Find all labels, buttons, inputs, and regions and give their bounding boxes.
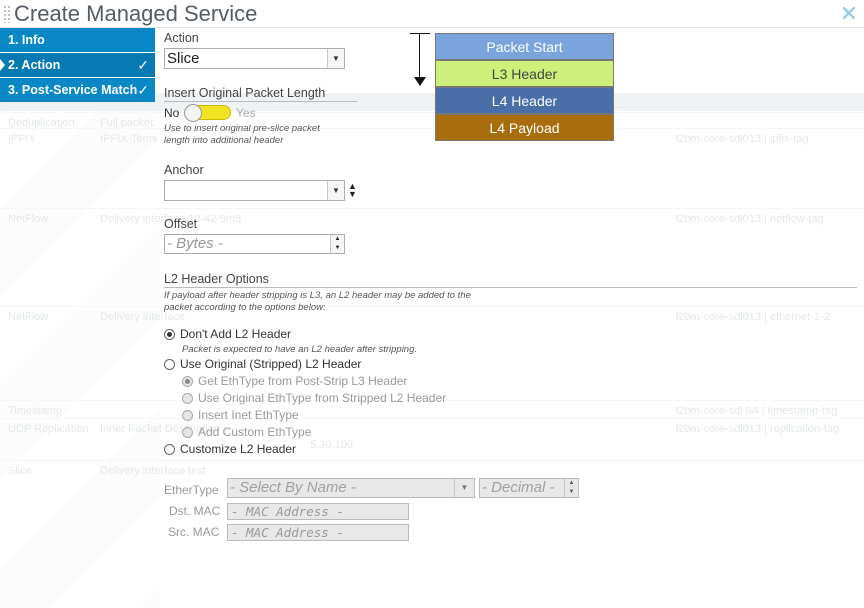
table-cell: Timestamp (8, 405, 62, 417)
toggle-knob[interactable] (184, 104, 202, 122)
table-cell: NetFlow (8, 311, 49, 323)
insert-length-label: Insert Original Packet Length (164, 86, 326, 100)
table-cell: Slice (8, 465, 32, 477)
radio-label: Insert Inet EthType (198, 408, 299, 422)
radio-label: Use Original (Stripped) L2 Header (180, 357, 362, 371)
stepper-down-icon[interactable]: ▼ (331, 244, 344, 253)
insert-length-help: Use to insert original pre-slice packet … (164, 123, 320, 146)
action-select[interactable]: Slice ▼ (164, 48, 345, 69)
radio-inet-ethtype[interactable]: Insert Inet EthType (182, 408, 299, 422)
check-icon: ✓ (137, 82, 149, 98)
down-arrow-icon (414, 77, 426, 86)
offset-placeholder: - Bytes - (167, 235, 223, 252)
dialog-title: Create Managed Service (14, 1, 258, 26)
radio-label: Get EthType from Post-Strip L3 Header (198, 374, 408, 388)
table-cell: l2bm-core-sdl013 | replication-tag (676, 423, 840, 435)
dst-mac-input[interactable]: - MAC Address - (227, 503, 409, 520)
background-pattern (0, 88, 160, 608)
radio-button[interactable] (182, 376, 193, 387)
dst-mac-label: Dst. MAC (169, 504, 221, 518)
radio-button[interactable] (164, 444, 175, 455)
wizard-steps: 1. Info 2. Action ✓ 3. Post-Service Matc… (0, 28, 155, 103)
table-cell: 5.30.100 (310, 439, 353, 451)
radio-ethtype-original[interactable]: Use Original EthType from Stripped L2 He… (182, 391, 446, 405)
chevron-down-icon[interactable]: ▼ (454, 479, 474, 497)
table-cell: IPFIX-Tems (100, 133, 158, 145)
l2-options-label: L2 Header Options (164, 272, 269, 286)
src-mac-label: Src. MAC (168, 525, 220, 539)
step-action[interactable]: 2. Action ✓ (0, 53, 155, 77)
radio-label: Add Custom EthType (198, 425, 312, 439)
table-row: NetFlow Delivery interface 10-42-9m3 l2b… (0, 208, 864, 225)
anchor-select[interactable]: ▼ (164, 180, 345, 201)
table-row: UDP Replication Inner Packet Destination… (0, 418, 864, 451)
table-cell: IPFIX (8, 133, 36, 145)
table-cell: l2bm-core-sdl 0A | timestamp-tag (676, 405, 838, 417)
table-cell: l2bm-core-sdl013 | ethernet-1-2 (676, 311, 830, 323)
radio-ethtype-post-strip[interactable]: Get EthType from Post-Strip L3 Header (182, 374, 407, 388)
chevron-down-icon[interactable]: ▼ (327, 49, 344, 68)
ethertype-label: EtherType (164, 483, 219, 497)
packet-start-segment: Packet Start (435, 33, 614, 60)
l4-payload-segment: L4 Payload (435, 114, 614, 141)
ethertype-placeholder: - Select By Name - (230, 479, 356, 496)
action-value: Slice (167, 50, 200, 67)
check-icon: ✓ (137, 57, 149, 73)
radio-button[interactable] (164, 329, 175, 340)
radio-customize-l2[interactable]: Customize L2 Header (164, 442, 296, 456)
anchor-label: Anchor (164, 163, 204, 177)
radio-button[interactable] (182, 393, 193, 404)
sort-arrows-icon[interactable]: ▲ ▼ (348, 182, 357, 199)
divider (164, 287, 857, 288)
current-step-arrow-icon (0, 59, 5, 71)
toggle-no-label: No (164, 106, 180, 120)
step-label: 1. Info (8, 33, 45, 47)
step-label: 2. Action (8, 58, 61, 72)
table-cell: NetFlow (8, 213, 49, 225)
decimal-stepper[interactable]: ▲ ▼ (564, 479, 578, 497)
radio-custom-ethtype[interactable]: Add Custom EthType (182, 425, 311, 439)
src-mac-input[interactable]: - MAC Address - (227, 524, 409, 541)
radio-button[interactable] (182, 410, 193, 421)
radio-button[interactable] (182, 427, 193, 438)
l4-header-segment: L4 Header (435, 87, 614, 114)
step-label: 3. Post-Service Match (8, 83, 138, 97)
stepper-down-icon[interactable]: ▼ (565, 488, 578, 497)
offset-input[interactable]: - Bytes - ▲ ▼ (164, 234, 345, 254)
radio-dont-add-l2[interactable]: Don't Add L2 Header (164, 327, 291, 341)
ethertype-select[interactable]: - Select By Name - ▼ (227, 478, 475, 498)
anchor-arrow-top (410, 33, 430, 34)
radio-button[interactable] (164, 359, 175, 370)
table-row: Slice Delivery interface test (0, 460, 864, 477)
ethertype-decimal-input[interactable]: - Decimal - ▲ ▼ (479, 478, 579, 498)
offset-label: Offset (164, 217, 198, 231)
drag-handle-icon[interactable] (3, 5, 11, 23)
step-post-service-match[interactable]: 3. Post-Service Match ✓ (0, 78, 155, 102)
step-info[interactable]: 1. Info (0, 28, 155, 52)
table-cell: l2bm-core-sdl013 | netflow-tag (676, 213, 824, 225)
stepper-up-icon[interactable]: ▲ (331, 235, 344, 244)
action-label: Action (164, 31, 199, 45)
stepper-up-icon[interactable]: ▲ (565, 479, 578, 488)
close-icon[interactable]: ✕ (840, 1, 858, 27)
dialog-titlebar[interactable]: Create Managed Service ✕ (0, 0, 864, 28)
toggle-yes-label: Yes (236, 106, 256, 120)
radio-label: Use Original EthType from Stripped L2 He… (198, 391, 447, 405)
table-cell: Delivery interface test (100, 465, 206, 477)
radio-use-original-l2[interactable]: Use Original (Stripped) L2 Header (164, 357, 361, 371)
dont-add-help: Packet is expected to have an L2 header … (182, 344, 418, 355)
offset-stepper[interactable]: ▲ ▼ (330, 235, 344, 253)
radio-label: Customize L2 Header (180, 442, 297, 456)
l3-header-segment: L3 Header (435, 60, 614, 87)
chevron-down-icon[interactable]: ▼ (327, 181, 344, 200)
l2-options-help: If payload after header stripping is L3,… (164, 290, 471, 313)
packet-diagram: Packet Start L3 Header L4 Header L4 Payl… (410, 33, 615, 141)
decimal-placeholder: - Decimal - (482, 479, 555, 496)
divider (164, 101, 357, 102)
table-cell: l2bm-core-sdl013 | ipfix-tag (676, 133, 809, 145)
radio-label: Don't Add L2 Header (180, 327, 292, 341)
table-cell: UDP Replication (8, 423, 89, 435)
insert-length-toggle[interactable] (184, 104, 231, 122)
